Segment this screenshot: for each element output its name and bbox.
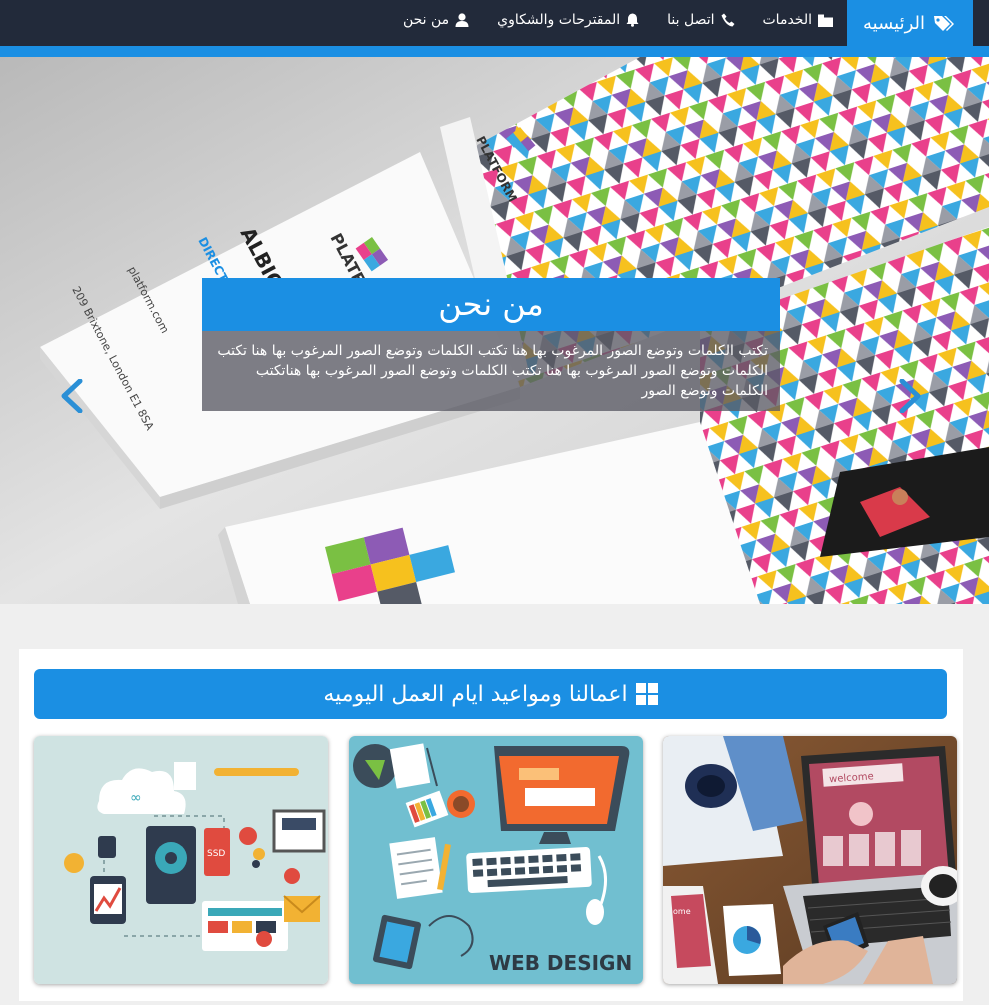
section-title: اعمالنا ومواعيد ايام العمل اليوميه bbox=[323, 681, 628, 707]
folder-icon bbox=[818, 14, 833, 27]
section-heading: اعمالنا ومواعيد ايام العمل اليوميه bbox=[34, 669, 947, 719]
nav-item-services[interactable]: الخدمات bbox=[749, 0, 848, 40]
nav-item-label: الخدمات bbox=[762, 12, 813, 28]
carousel-caption: من نحن تكتب الكلمات وتوضع الصور المرغوب … bbox=[202, 278, 780, 411]
caption-title: من نحن bbox=[202, 278, 780, 331]
web-design-label: WEB DESIGN bbox=[489, 951, 632, 975]
tech-illustration-image: ∞ SSD bbox=[34, 736, 328, 984]
nav-item-label: من نحن bbox=[402, 12, 450, 28]
ssd-label: SSD bbox=[207, 849, 225, 859]
carousel-prev-arrow[interactable] bbox=[58, 379, 84, 413]
phone-icon bbox=[721, 13, 734, 27]
laptop-photo-image: welcome ome bbox=[663, 736, 957, 984]
works-section: اعمالنا ومواعيد ايام العمل اليوميه ∞ SSD bbox=[19, 649, 963, 1001]
nav-item-suggestions[interactable]: المقترحات والشكاوي bbox=[483, 0, 653, 40]
svg-text:∞: ∞ bbox=[130, 790, 142, 806]
carousel-next-arrow[interactable] bbox=[898, 379, 924, 413]
nav-item-about[interactable]: من نحن bbox=[389, 0, 483, 40]
top-navbar: الرئيسيه الخدمات اتصل بنا المقترحات والش… bbox=[0, 0, 989, 46]
user-icon bbox=[455, 13, 469, 27]
hero-carousel: PLATFORM PLATFORM ALBION DIRECTO 209 Bri… bbox=[0, 57, 989, 604]
web-design-illustration-image: WEB DESIGN bbox=[349, 736, 643, 984]
tags-icon bbox=[934, 16, 954, 31]
nav-accent-strip bbox=[0, 46, 989, 57]
work-card-tech[interactable]: ∞ SSD bbox=[34, 736, 328, 984]
nav-home-button[interactable]: الرئيسيه bbox=[847, 0, 973, 46]
nav-item-label: المقترحات والشكاوي bbox=[497, 12, 621, 28]
work-card-web-design[interactable]: WEB DESIGN bbox=[349, 736, 643, 984]
work-card-laptop[interactable]: welcome ome bbox=[663, 736, 957, 984]
caption-text: تكتب الكلمات وتوضع الصور المرغوب بها هنا… bbox=[202, 331, 780, 411]
windows-grid-icon bbox=[635, 683, 658, 705]
nav-item-label: اتصل بنا bbox=[667, 12, 715, 28]
nav-home-label: الرئيسيه bbox=[863, 12, 925, 34]
nav-item-contact[interactable]: اتصل بنا bbox=[653, 0, 748, 40]
bell-icon bbox=[626, 13, 639, 27]
svg-text:ome: ome bbox=[673, 907, 691, 916]
